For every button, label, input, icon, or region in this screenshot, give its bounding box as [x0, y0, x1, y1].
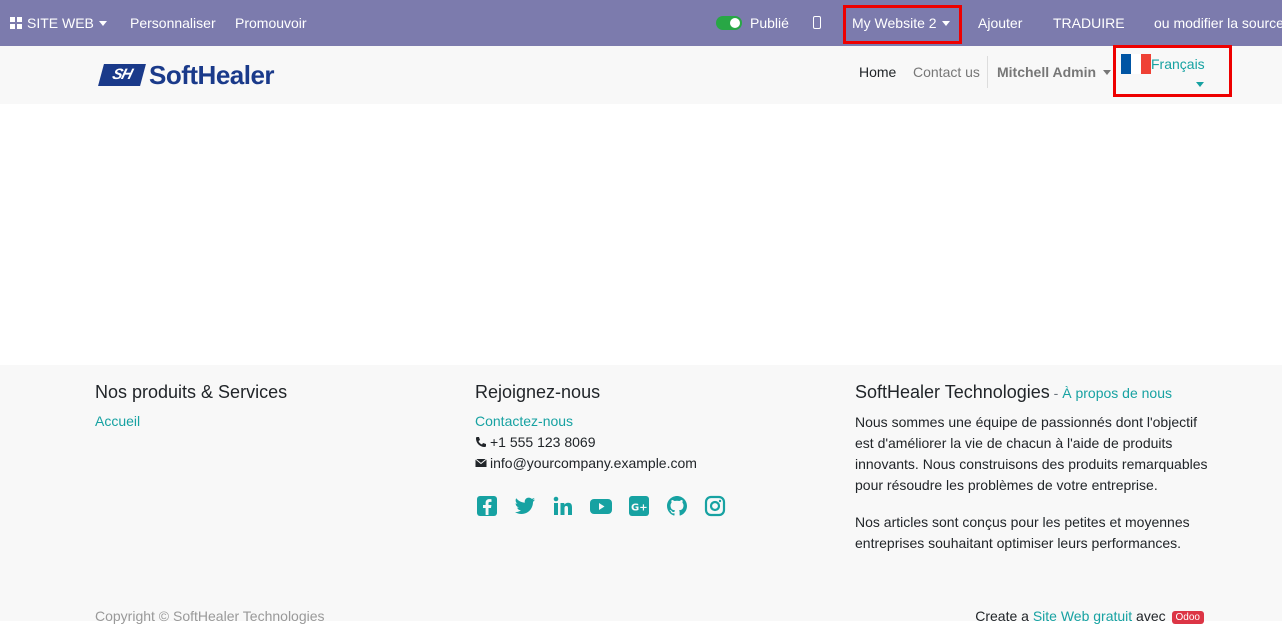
apps-grid-icon	[10, 16, 22, 29]
instagram-icon[interactable]	[703, 494, 727, 518]
social-links: G+	[475, 494, 727, 518]
publish-toggle[interactable]: Publié	[716, 0, 789, 46]
language-label: Français	[1151, 56, 1205, 72]
footer-col-about: SoftHealer Technologies - À propos de no…	[855, 365, 1215, 554]
logo-mark: SH	[98, 64, 146, 86]
youtube-icon[interactable]	[589, 494, 613, 518]
site-web-menu[interactable]: SITE WEB	[10, 0, 107, 46]
footer-phone: +1 555 123 8069	[475, 432, 727, 453]
toggle-switch-icon	[716, 15, 742, 30]
phone-icon	[476, 437, 486, 448]
linkedin-icon[interactable]	[551, 494, 575, 518]
language-selector[interactable]: Français	[1116, 46, 1228, 96]
footer-col-products: Nos produits & Services Accueil	[95, 365, 287, 432]
user-menu[interactable]: Mitchell Admin	[997, 46, 1112, 104]
company-logo[interactable]: SH SoftHealer	[98, 59, 275, 90]
footer-col-join: Rejoignez-nous Contactez-nous +1 555 123…	[475, 365, 727, 518]
footer-about-paragraph-2: Nos articles sont conçus pour les petite…	[855, 514, 1190, 551]
github-icon[interactable]	[665, 494, 689, 518]
france-flag-icon	[1121, 54, 1151, 74]
website-switcher-label: My Website 2	[852, 15, 937, 31]
twitter-icon[interactable]	[513, 494, 537, 518]
facebook-icon[interactable]	[475, 494, 499, 518]
footer-about-heading: SoftHealer Technologies - À propos de no…	[855, 382, 1215, 403]
footer-home-link[interactable]: Accueil	[95, 411, 287, 432]
footer-products-title: Nos produits & Services	[95, 382, 288, 402]
email-address: info@yourcompany.example.com	[490, 455, 697, 471]
logo-text: SoftHealer	[149, 59, 275, 90]
envelope-icon	[475, 458, 487, 468]
footer-contact-link[interactable]: Contactez-nous	[475, 411, 727, 432]
admin-navbar: SITE WEB Personnaliser Promouvoir Publié…	[0, 0, 1282, 46]
user-name: Mitchell Admin	[997, 64, 1097, 80]
nav-divider	[987, 56, 988, 88]
site-web-label: SITE WEB	[27, 15, 94, 31]
google-plus-icon[interactable]: G+	[627, 494, 651, 518]
site-footer: Nos produits & Services Accueil Rejoigne…	[0, 365, 1282, 624]
footer-join-title: Rejoignez-nous	[475, 382, 601, 402]
chevron-down-icon	[98, 20, 107, 26]
footer-company-title: SoftHealer Technologies	[855, 382, 1050, 402]
add-button[interactable]: Ajouter	[978, 0, 1022, 46]
svg-text:G+: G+	[631, 503, 648, 514]
title-separator: -	[1049, 385, 1063, 401]
chevron-down-icon	[941, 20, 950, 26]
mobile-phone-icon	[813, 16, 821, 30]
chevron-down-icon	[1103, 69, 1112, 75]
footer-email: info@yourcompany.example.com	[475, 453, 727, 474]
nav-contact-us[interactable]: Contact us	[913, 46, 980, 104]
footer-about-paragraph-1: Nous sommes une équipe de passionnés don…	[855, 414, 1208, 493]
powered-by-mid: avec	[1132, 608, 1170, 624]
powered-by: Create a Site Web gratuit avec Odoo	[975, 608, 1204, 624]
customize-menu[interactable]: Personnaliser	[130, 0, 216, 46]
chevron-down-icon	[1196, 82, 1204, 87]
nav-home[interactable]: Home	[859, 46, 896, 104]
website-switcher[interactable]: My Website 2	[852, 0, 950, 46]
odoo-badge[interactable]: Odoo	[1171, 610, 1204, 624]
about-us-link[interactable]: À propos de nous	[1062, 385, 1172, 401]
promote-menu[interactable]: Promouvoir	[235, 0, 307, 46]
mobile-preview-button[interactable]	[813, 0, 821, 46]
phone-number: +1 555 123 8069	[490, 434, 596, 450]
powered-by-prefix: Create a	[975, 608, 1033, 624]
edit-source-link[interactable]: ou modifier la source	[1154, 0, 1282, 46]
free-website-link[interactable]: Site Web gratuit	[1033, 608, 1132, 624]
site-header: SH SoftHealer Home Contact us Mitchell A…	[0, 45, 1282, 104]
published-label: Publié	[750, 15, 789, 31]
translate-button[interactable]: TRADUIRE	[1053, 0, 1125, 46]
copyright-text: Copyright © SoftHealer Technologies	[95, 608, 325, 624]
